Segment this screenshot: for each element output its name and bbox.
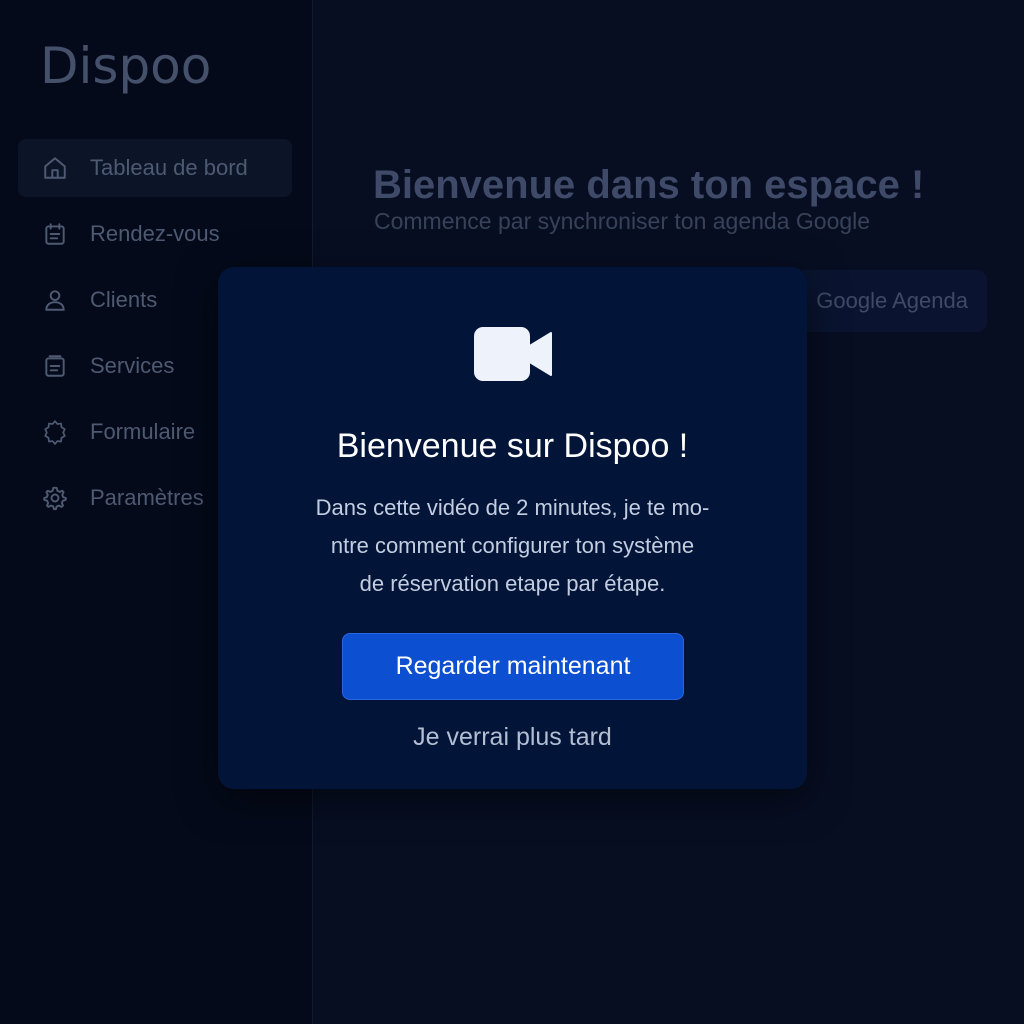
watch-now-label: Regarder maintenant [395,652,631,680]
gear-icon [42,485,68,511]
brand-name: Dispoo [40,37,212,95]
modal-title: Bienvenue sur Dispoo ! [336,427,689,465]
sidebar-item-label: Rendez-vous [90,221,220,246]
sidebar-item-appointments[interactable]: Rendez-vous [18,205,292,263]
app-root: Dispoo Tableau de bord Rendez-vous Clien… [0,0,1024,1024]
modal-description-line: de réservation etape par étape. [359,571,666,596]
video-camera-icon [474,325,552,383]
sidebar-item-label: Formulaire [90,419,196,444]
sidebar-item-dashboard[interactable]: Tableau de bord [18,139,292,197]
modal-description-line: ntre comment configurer ton système [330,533,695,558]
modal-description-line: Dans cette vidéo de 2 minutes, je te mo- [315,495,710,520]
sidebar-item-label: Tableau de bord [90,155,248,180]
sidebar-item-label: Clients [90,287,158,312]
watch-now-button[interactable]: Regarder maintenant [342,633,684,700]
modal-description: Dans cette vidéo de 2 minutes, je te mo-… [278,489,747,603]
watch-later-link[interactable]: Je verrai plus tard [218,723,807,752]
page-subtitle: Commence par synchroniser ton agenda Goo… [374,208,871,234]
services-icon [42,353,68,379]
brand-logo[interactable]: Dispoo [40,30,211,102]
calendar-icon [42,221,68,247]
welcome-modal: Bienvenue sur Dispoo ! Dans cette vidéo … [218,267,807,789]
sidebar-item-label: Services [90,353,175,378]
home-icon [42,155,68,181]
badge-icon [42,419,68,445]
sidebar-item-label: Paramètres [90,485,204,510]
user-icon [42,287,68,313]
sync-button-label: Google Agenda [816,288,968,313]
page-title: Bienvenue dans ton espace ! [373,162,925,207]
